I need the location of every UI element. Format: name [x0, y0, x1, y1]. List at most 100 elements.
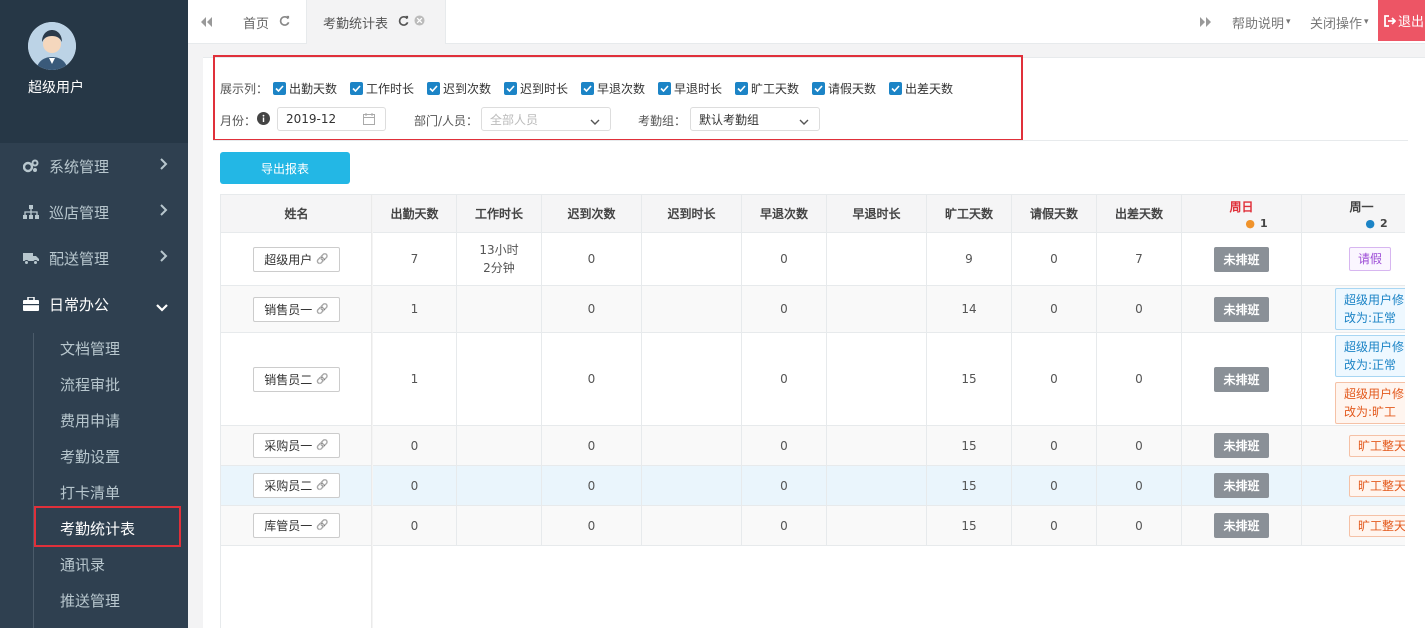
avatar[interactable] [28, 22, 76, 70]
unscheduled-badge[interactable]: 未排班 [1214, 296, 1269, 322]
link-icon: 🔗 [316, 253, 329, 265]
tab-home[interactable]: 首页 [243, 0, 290, 44]
employee-name: 采购员二 [264, 479, 313, 493]
day-header-monday[interactable]: 周一 ● 2 [1302, 195, 1405, 233]
submenu-contacts[interactable]: 通讯录 [60, 554, 105, 575]
col-header[interactable]: 旷工天数 [927, 195, 1012, 233]
username: 超级用户 [28, 80, 84, 96]
caret-down-icon: ▾ [1286, 17, 1291, 27]
employee-name-button[interactable]: 采购员二 🔗 [253, 473, 340, 498]
col-header[interactable]: 迟到次数 [542, 195, 642, 233]
help-dropdown[interactable]: 帮助说明 ▾ [1232, 0, 1291, 44]
monday-cell: 超级用户修改为:正常 超级用户修改为:旷工 [1302, 333, 1405, 425]
col-header[interactable]: 出勤天数 [373, 195, 457, 233]
menu-item-system[interactable]: 系统管理 [0, 143, 188, 189]
status-tag[interactable]: 超级用户修改为:旷工 [1335, 381, 1405, 424]
logout-label: 退出 [1398, 15, 1425, 30]
highlight-box [213, 55, 1023, 141]
data-cell: 0 [742, 333, 827, 425]
data-cell: 7 [373, 233, 457, 285]
unscheduled-badge[interactable]: 未排班 [1214, 513, 1269, 538]
data-cell [827, 426, 927, 465]
gears-icon [23, 158, 39, 174]
submenu-attendance-settings[interactable]: 考勤设置 [60, 446, 120, 467]
employee-name: 销售员二 [264, 372, 313, 387]
employee-name-button[interactable]: 超级用户 🔗 [253, 246, 340, 272]
data-cell: 0 [1097, 333, 1182, 425]
tab-scroll-left-button[interactable] [200, 0, 212, 44]
data-cell: 0 [542, 466, 642, 505]
data-cell: 0 [742, 426, 827, 465]
employee-name-button[interactable]: 销售员二 🔗 [253, 366, 340, 392]
tab-bar: 首页 考勤统计表 帮助说明 ▾ 关闭操作 ▾ 退出 [188, 0, 1425, 44]
data-cell [457, 333, 542, 425]
status-tag[interactable]: 超级用户修改为:正常 [1335, 334, 1405, 377]
sitemap-icon [23, 204, 39, 220]
employee-name: 销售员一 [264, 302, 313, 317]
data-cell: 14 [927, 286, 1012, 332]
data-cell [827, 286, 927, 332]
data-cell [457, 426, 542, 465]
monday-cell: 超级用户修改为:正常 [1302, 286, 1405, 332]
data-cell: 0 [1012, 286, 1097, 332]
export-report-button[interactable]: 导出报表 [220, 152, 350, 184]
data-cell: 0 [1097, 506, 1182, 545]
monday-cell: 旷工整天 [1302, 506, 1405, 545]
refresh-icon[interactable] [398, 15, 409, 30]
tab-attendance-stats[interactable]: 考勤统计表 [306, 0, 446, 44]
status-tag[interactable]: 旷工整天 [1349, 434, 1405, 457]
menu-item-store-patrol[interactable]: 巡店管理 [0, 189, 188, 235]
data-cell [457, 466, 542, 505]
col-header-name[interactable]: 姓名 [221, 195, 373, 233]
unscheduled-badge[interactable]: 未排班 [1214, 246, 1269, 272]
employee-name-button[interactable]: 库管员一 🔗 [253, 513, 340, 538]
sunday-cell: 未排班 [1182, 466, 1302, 505]
data-cell: 0 [742, 466, 827, 505]
close-ops-dropdown[interactable]: 关闭操作 ▾ [1310, 0, 1369, 44]
unscheduled-badge[interactable]: 未排班 [1214, 473, 1269, 498]
data-cell: 0 [373, 466, 457, 505]
employee-name-button[interactable]: 销售员一 🔗 [253, 296, 340, 322]
table-row: 超级用户 🔗 7 13小时2分钟 0 0 9 0 7 未排班 请假 [221, 233, 1405, 286]
unscheduled-badge[interactable]: 未排班 [1214, 433, 1269, 458]
submenu-punch-list[interactable]: 打卡清单 [60, 482, 120, 503]
table-row: 销售员二 🔗 1 0 0 15 0 0 未排班 超级用户修改为:正常 超级用户修改为:旷工 [221, 333, 1405, 426]
day-header-sunday[interactable]: 周日 ● 1 [1182, 195, 1302, 233]
data-cell: 7 [1097, 233, 1182, 285]
logout-button[interactable]: 退出 [1378, 0, 1425, 41]
data-cell: 1 [373, 286, 457, 332]
unscheduled-badge[interactable]: 未排班 [1214, 366, 1269, 392]
name-cell: 采购员一 🔗 [221, 426, 373, 465]
status-tag[interactable]: 旷工整天 [1349, 474, 1405, 497]
status-tag[interactable]: 旷工整天 [1349, 514, 1405, 537]
link-icon: 🔗 [316, 440, 329, 451]
chevron-right-icon [160, 248, 168, 266]
menu-item-daily-office[interactable]: 日常办公 [0, 281, 188, 327]
chevron-right-icon [160, 202, 168, 220]
data-cell [827, 333, 927, 425]
data-cell: 0 [1097, 466, 1182, 505]
status-tag[interactable]: 超级用户修改为:正常 [1335, 288, 1405, 330]
col-header[interactable]: 早退时长 [827, 195, 927, 233]
briefcase-icon [23, 296, 39, 312]
submenu-approval[interactable]: 流程审批 [60, 374, 120, 395]
col-header[interactable]: 出差天数 [1097, 195, 1182, 233]
name-cell: 销售员二 🔗 [221, 333, 373, 425]
submenu-push[interactable]: 推送管理 [60, 590, 120, 611]
monday-cell: 旷工整天 [1302, 466, 1405, 505]
data-cell: 0 [1097, 286, 1182, 332]
status-tag[interactable]: 请假 [1349, 247, 1392, 271]
table-row: 库管员一 🔗 0 0 0 15 0 0 未排班 旷工整天 [221, 506, 1405, 546]
submenu-expense[interactable]: 费用申请 [60, 410, 120, 431]
col-header[interactable]: 迟到时长 [642, 195, 742, 233]
refresh-icon[interactable] [279, 15, 290, 30]
data-cell: 0 [742, 506, 827, 545]
menu-item-delivery[interactable]: 配送管理 [0, 235, 188, 281]
submenu-docs[interactable]: 文档管理 [60, 338, 120, 359]
col-header[interactable]: 早退次数 [742, 195, 827, 233]
col-header[interactable]: 工作时长 [457, 195, 542, 233]
tab-scroll-right-button[interactable] [1200, 0, 1212, 44]
close-tab-icon[interactable] [414, 14, 425, 30]
employee-name-button[interactable]: 采购员一 🔗 [253, 433, 340, 458]
col-header[interactable]: 请假天数 [1012, 195, 1097, 233]
